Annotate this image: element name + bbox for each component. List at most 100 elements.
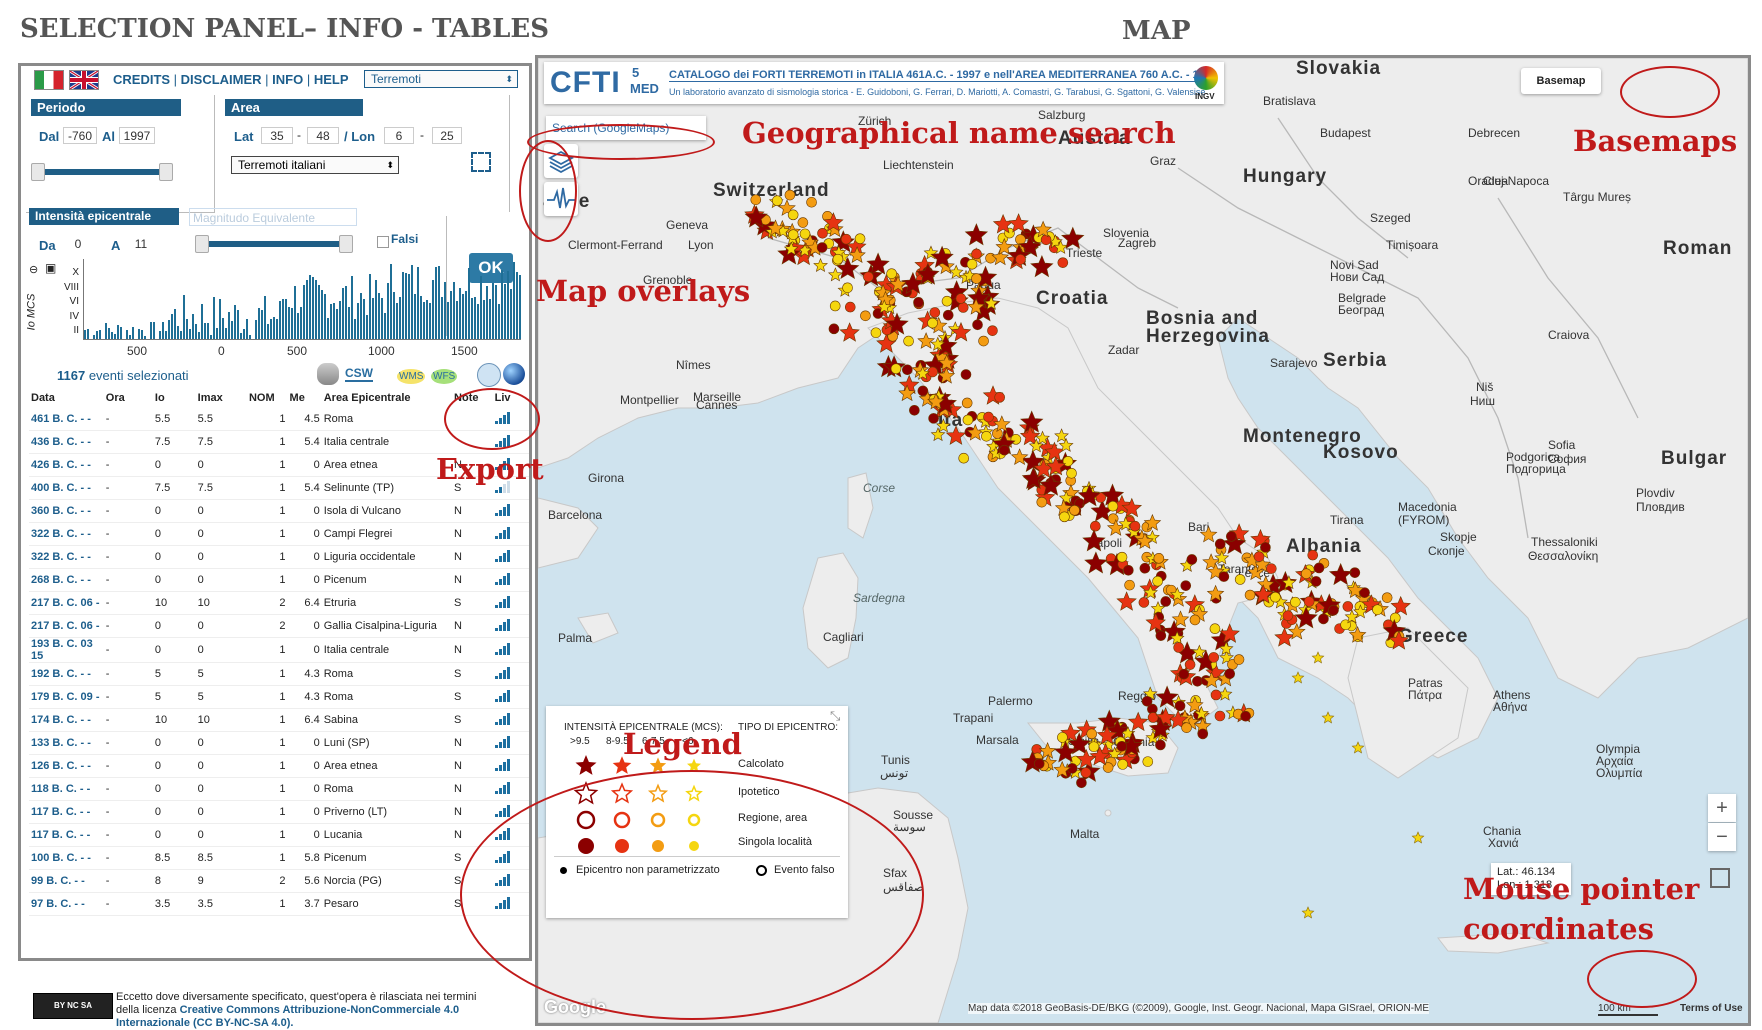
earthquake-marker[interactable] — [1057, 732, 1068, 743]
earthquake-marker[interactable] — [1411, 831, 1425, 844]
earthquake-marker[interactable] — [1307, 549, 1319, 561]
earthquake-marker[interactable] — [1155, 685, 1179, 708]
wms-button[interactable]: WMS — [397, 369, 426, 384]
col-header-me[interactable]: Me — [288, 388, 322, 408]
earthquake-marker[interactable] — [1301, 568, 1312, 579]
earthquake-marker[interactable] — [839, 322, 860, 342]
cell-liv[interactable] — [492, 545, 529, 569]
earthquake-marker[interactable] — [1142, 756, 1154, 767]
col-header-imax[interactable]: Imax — [196, 388, 247, 408]
table-row[interactable]: 174 B. C. - - -10 10 1 6.4 Sabina S — [29, 708, 529, 732]
earthquake-marker[interactable] — [1282, 610, 1294, 621]
earthquake-marker[interactable] — [1121, 497, 1143, 518]
draw-area-icon[interactable] — [471, 152, 491, 172]
intensita-slider-min-handle[interactable] — [195, 235, 209, 253]
earthquake-marker[interactable] — [1260, 542, 1271, 553]
table-row[interactable]: 322 B. C. - - -0 0 1 0 Campi Flegrei N — [29, 522, 529, 546]
earthquake-marker[interactable] — [957, 302, 969, 313]
excel-export-icon[interactable] — [477, 363, 501, 387]
earthquake-marker[interactable] — [840, 233, 852, 245]
earthquake-marker[interactable] — [1240, 711, 1251, 722]
earthquake-marker[interactable] — [1033, 758, 1045, 770]
earthquake-marker[interactable] — [1266, 563, 1277, 574]
earthquake-marker[interactable] — [1030, 255, 1054, 278]
earthquake-marker[interactable] — [1270, 591, 1281, 603]
earthquake-marker[interactable] — [999, 444, 1010, 456]
earthquake-marker[interactable] — [1218, 571, 1230, 582]
cell-data[interactable]: 97 B. C. - - — [29, 892, 104, 916]
lon-to-input[interactable]: 25 — [432, 127, 462, 144]
earthquake-marker[interactable] — [1372, 604, 1383, 615]
earthquake-marker[interactable] — [971, 248, 982, 260]
cell-data[interactable]: 174 B. C. - - — [29, 708, 104, 732]
table-row[interactable]: 217 B. C. 06 - -0 0 2 0 Gallia Cisalpina-Ligu… — [29, 614, 529, 638]
earthquake-marker[interactable] — [1015, 254, 1026, 265]
cell-liv[interactable] — [492, 754, 529, 778]
earthquake-marker[interactable] — [1107, 500, 1119, 512]
earthquake-marker[interactable] — [1152, 575, 1163, 587]
earthquake-marker[interactable] — [1301, 906, 1315, 919]
lat-to-input[interactable]: 48 — [307, 127, 339, 144]
earthquake-marker[interactable] — [860, 310, 871, 321]
earthquake-marker[interactable] — [1351, 741, 1365, 754]
earthquake-marker[interactable] — [1036, 496, 1048, 508]
disclaimer-link[interactable]: DISCLAIMER — [181, 72, 262, 87]
table-row[interactable]: 179 B. C. 09 - -5 5 1 4.3 Roma S — [29, 685, 529, 709]
catalog-select[interactable]: Terremoti ⬍ — [364, 70, 518, 88]
earthquake-marker[interactable] — [1082, 529, 1106, 552]
earthquake-marker[interactable] — [1189, 614, 1201, 626]
earthquake-marker[interactable] — [1342, 601, 1354, 612]
earthquake-marker[interactable] — [1321, 711, 1335, 724]
earthquake-marker[interactable] — [966, 258, 978, 270]
save-icon[interactable]: ▣ — [45, 261, 56, 275]
dal-input[interactable]: -760 — [63, 127, 97, 144]
col-header-nom[interactable]: NOM — [247, 388, 288, 408]
cell-data[interactable]: 322 B. C. - - — [29, 545, 104, 569]
earthquake-marker[interactable] — [1123, 565, 1134, 576]
earthquake-marker[interactable] — [817, 228, 828, 239]
col-header-data[interactable]: Data — [29, 388, 104, 408]
earthquake-marker[interactable] — [1208, 652, 1220, 663]
table-row[interactable]: 99 B. C. - - -8 9 2 5.6 Norcia (PG) S — [29, 869, 529, 893]
earthquake-marker[interactable] — [1318, 613, 1329, 625]
cell-liv[interactable] — [492, 708, 529, 732]
earthquake-marker[interactable] — [1214, 538, 1226, 550]
earthquake-marker[interactable] — [978, 335, 989, 347]
basemap-button[interactable]: Basemap — [1521, 68, 1601, 94]
table-row[interactable]: 268 B. C. - - -0 0 1 0 Picenum N — [29, 568, 529, 592]
zoom-in-button[interactable]: + — [1708, 794, 1736, 822]
earthquake-marker[interactable] — [1209, 623, 1221, 634]
earthquake-marker[interactable] — [961, 397, 973, 409]
periodo-slider-min-handle[interactable] — [31, 163, 45, 181]
earthquake-marker[interactable] — [1214, 710, 1226, 722]
terms-link[interactable]: Terms of Use — [1680, 1003, 1743, 1014]
earthquake-marker[interactable] — [942, 309, 954, 321]
lon-from-input[interactable]: 6 — [384, 127, 414, 144]
cell-data[interactable]: 117 B. C. - - — [29, 823, 104, 847]
falsi-checkbox[interactable] — [377, 236, 389, 248]
cell-liv[interactable] — [492, 637, 529, 663]
cell-data[interactable]: 461 B. C. - - — [29, 408, 104, 431]
earthquake-marker[interactable] — [1062, 456, 1074, 467]
earthquake-marker[interactable] — [960, 369, 972, 380]
zoom-out-button[interactable]: − — [1708, 823, 1736, 851]
earthquake-marker[interactable] — [844, 301, 856, 313]
earthquake-marker[interactable] — [955, 293, 967, 304]
earthquake-marker[interactable] — [1069, 505, 1080, 516]
earthquake-marker[interactable] — [886, 268, 897, 279]
earthquake-marker[interactable] — [1181, 722, 1192, 733]
earthquake-marker[interactable] — [1141, 696, 1153, 707]
earthquake-marker[interactable] — [1328, 604, 1339, 616]
earthquake-marker[interactable] — [832, 253, 844, 265]
cell-liv[interactable] — [492, 614, 529, 638]
earthquake-marker[interactable] — [1174, 700, 1186, 712]
cell-data[interactable]: 217 B. C. 06 - — [29, 614, 104, 638]
cell-data[interactable]: 99 B. C. - - — [29, 869, 104, 893]
earthquake-marker[interactable] — [1291, 671, 1305, 684]
periodo-slider[interactable] — [37, 169, 167, 175]
lat-from-input[interactable]: 35 — [261, 127, 293, 144]
earthquake-marker[interactable] — [816, 242, 828, 253]
earthquake-marker[interactable] — [913, 297, 924, 308]
a-input[interactable]: 11 — [126, 236, 156, 253]
csw-button[interactable]: CSW — [345, 366, 373, 382]
